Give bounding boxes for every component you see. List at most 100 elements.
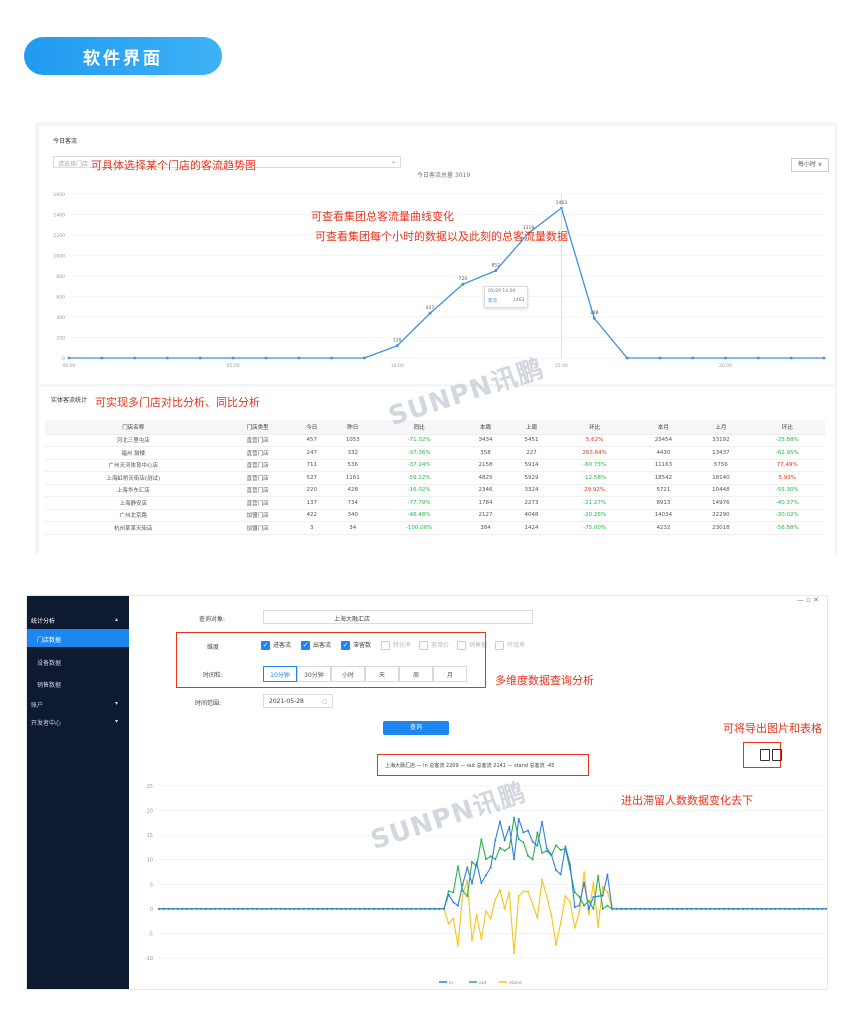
table-cell: 加盟门店: [221, 509, 294, 522]
chart-tooltip: 05/29 14:00 客流 1463: [484, 286, 528, 308]
column-header[interactable]: 环比: [749, 420, 825, 435]
granularity-dropdown[interactable]: 每小时 ∨: [791, 158, 829, 172]
stand-point: [578, 911, 581, 914]
column-header[interactable]: 环比: [554, 420, 635, 435]
query-select[interactable]: 上海大融汇店: [263, 610, 533, 624]
table-cell: 直营门店: [221, 446, 294, 460]
in-point: [657, 907, 660, 910]
sidebar-item-dev-center[interactable]: 开发者中心: [31, 718, 61, 727]
y-tick-label: 25: [147, 784, 153, 790]
sidebar: 统计分析 ▴ 门店数据 设备数据 销售数据 账户 ▾ 开发者中心 ▾: [27, 596, 129, 989]
in-point: [246, 907, 249, 910]
out-point: [597, 874, 600, 877]
out-point: [541, 851, 544, 854]
data-point: [198, 356, 202, 360]
column-header[interactable]: 上周: [508, 420, 555, 435]
query-button[interactable]: 查询: [383, 721, 449, 735]
in-point: [326, 907, 329, 910]
y-tick-label: 5: [150, 882, 153, 888]
y-tick-label: 600: [56, 295, 65, 301]
stand-point: [513, 952, 516, 955]
out-point: [536, 831, 539, 834]
export-table-icon[interactable]: [772, 749, 782, 761]
window-controls[interactable]: — ▫ ✕: [797, 596, 819, 604]
data-point: [133, 356, 137, 360]
dimension-option-disabled[interactable]: 坪效率: [495, 641, 525, 650]
in-point: [592, 896, 595, 899]
in-point: [242, 907, 245, 910]
sidebar-group-stats[interactable]: 统计分析: [31, 616, 55, 625]
out-point: [545, 849, 548, 852]
in-point: [690, 907, 693, 910]
data-label: 120: [393, 338, 402, 344]
in-point: [737, 907, 740, 910]
table-cell: 29.92%: [554, 484, 635, 497]
legend-label: stand: [509, 980, 522, 986]
stand-point: [597, 925, 600, 928]
calendar-icon: ▢: [322, 698, 328, 705]
in-point: [601, 894, 604, 897]
export-image-icon[interactable]: [760, 749, 770, 761]
in-point: [438, 907, 441, 910]
data-point: [461, 282, 465, 286]
table-cell: 4232: [634, 521, 693, 535]
column-header[interactable]: 本周: [462, 420, 509, 435]
in-point: [494, 839, 497, 842]
query-value: 上海大融汇店: [334, 616, 371, 623]
chevron-down-icon: ⌄: [390, 158, 396, 165]
column-header[interactable]: 门店名称: [45, 420, 222, 435]
stand-point: [573, 926, 576, 929]
data-point: [789, 356, 793, 360]
in-point: [419, 907, 422, 910]
stand-point: [536, 916, 539, 919]
out-point: [559, 849, 562, 852]
card-title: 今日客流: [53, 138, 78, 145]
column-header[interactable]: 今日: [293, 420, 330, 435]
data-point: [822, 356, 826, 360]
column-header[interactable]: 本月: [634, 420, 693, 435]
screenshot-query: 统计分析 ▴ 门店数据 设备数据 销售数据 账户 ▾ 开发者中心 ▾ — ▫ ✕…: [26, 595, 828, 990]
sidebar-item-device-data[interactable]: 设备数据: [37, 658, 61, 667]
y-tick-label: -10: [145, 956, 153, 962]
table-cell: -37.36%: [375, 446, 463, 460]
table-cell: 广州北京路: [45, 509, 222, 522]
checkbox-unchecked-icon[interactable]: [495, 641, 505, 650]
stand-point: [461, 893, 464, 896]
out-point: [555, 844, 558, 847]
query-label: 查询对象:: [199, 616, 226, 623]
table-cell: 340: [329, 509, 376, 522]
table-cell: 4825: [462, 471, 509, 485]
in-point: [545, 847, 548, 850]
in-point: [302, 907, 305, 910]
table-cell: 直营门店: [221, 434, 294, 447]
in-point: [578, 904, 581, 907]
out-point: [578, 895, 581, 898]
out-point: [499, 846, 502, 849]
in-point: [204, 907, 207, 910]
tooltip-value: 1463: [513, 298, 525, 303]
table-row: 上海静安店 直营门店 137 734 -77.79% 1784 2273 -21.27% 891…: [45, 496, 825, 510]
table-cell: 上海华东汇店: [45, 484, 222, 497]
in-point: [555, 869, 558, 872]
date-input[interactable]: 2021-05-28 ▢: [263, 694, 333, 708]
out-point: [517, 838, 520, 841]
column-header[interactable]: 门店类型: [221, 420, 294, 435]
sidebar-item-store-data[interactable]: 门店数据: [37, 635, 61, 644]
stand-point: [503, 907, 506, 910]
column-header[interactable]: 昨日: [329, 420, 376, 435]
in-point: [228, 907, 231, 910]
sidebar-item-account[interactable]: 账户: [31, 700, 43, 709]
sidebar-item-sales-data[interactable]: 销售数据: [37, 680, 61, 689]
data-label: 437: [426, 305, 435, 311]
table-cell: 5914: [508, 459, 555, 472]
table-cell: -30.02%: [749, 509, 825, 522]
in-point: [648, 907, 651, 910]
in-point: [522, 831, 525, 834]
y-tick-label: 20: [147, 809, 153, 815]
table-cell: 734: [329, 496, 376, 510]
stand-point: [592, 881, 595, 884]
in-point: [270, 907, 273, 910]
column-header[interactable]: 上月: [692, 420, 750, 435]
in-point: [377, 907, 380, 910]
x-tick-label: 05:00: [227, 363, 240, 369]
